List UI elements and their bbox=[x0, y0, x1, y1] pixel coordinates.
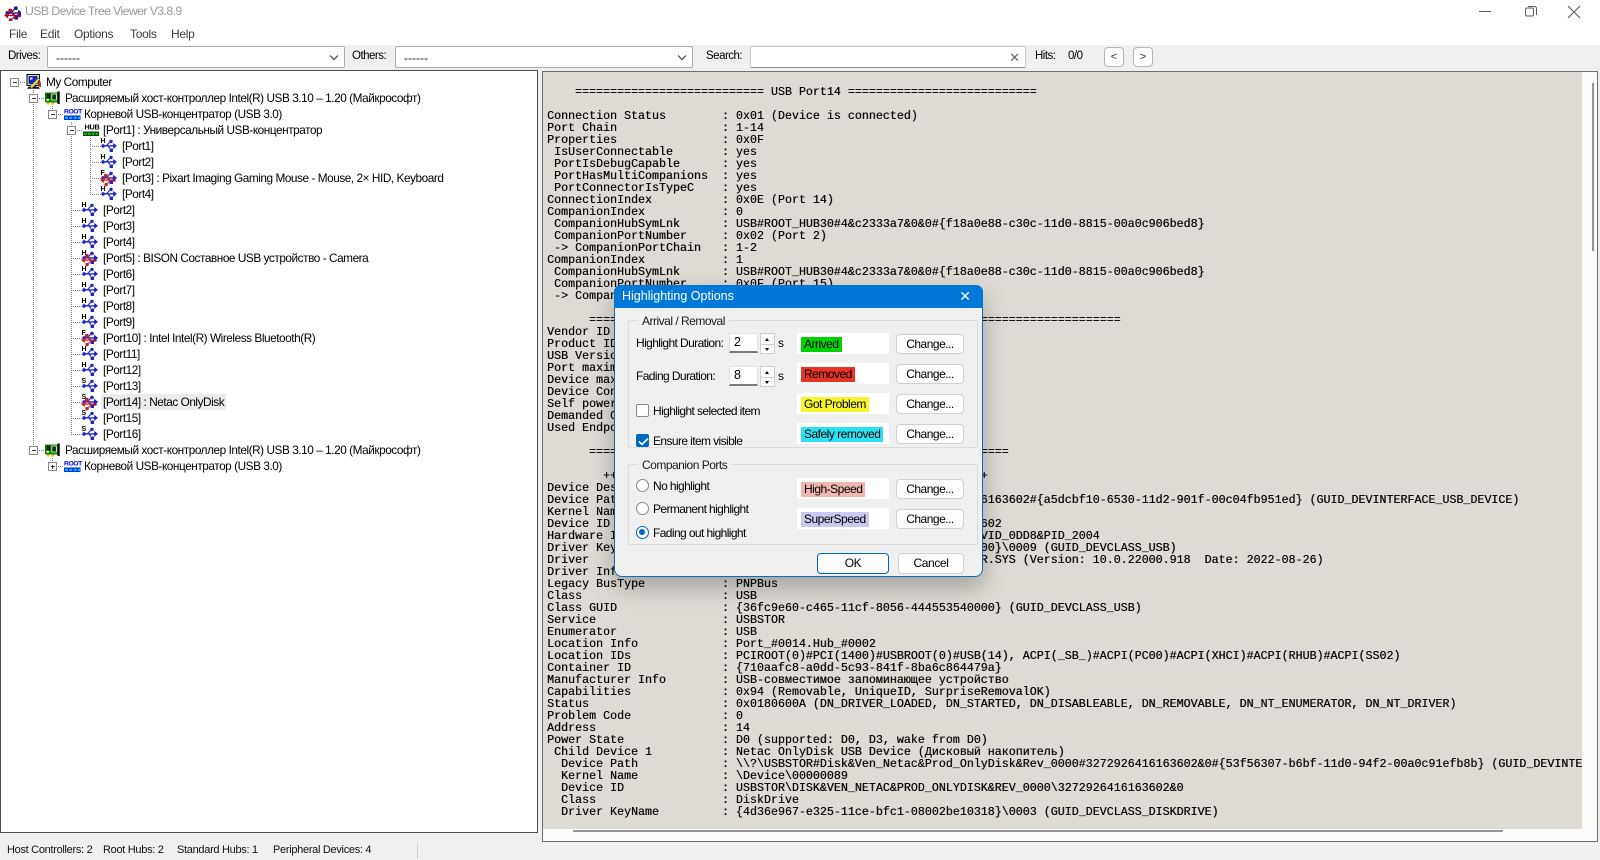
svg-text:S: S bbox=[82, 378, 87, 385]
svg-text:H: H bbox=[82, 298, 87, 305]
svg-text:H: H bbox=[101, 154, 106, 161]
svg-text:H: H bbox=[82, 314, 87, 321]
svg-text:H: H bbox=[82, 250, 87, 257]
svg-text:H: H bbox=[101, 186, 106, 193]
svg-text:H: H bbox=[82, 266, 87, 273]
svg-text:H: H bbox=[101, 138, 106, 145]
svg-text:H: H bbox=[82, 346, 87, 353]
svg-text:H: H bbox=[82, 234, 87, 241]
svg-text:S: S bbox=[82, 426, 87, 433]
svg-text:S: S bbox=[82, 394, 87, 401]
svg-text:ROOT: ROOT bbox=[64, 461, 83, 468]
svg-text:F: F bbox=[82, 330, 87, 337]
svg-text:ROOT: ROOT bbox=[64, 109, 83, 116]
svg-text:S: S bbox=[82, 410, 87, 417]
svg-text:H: H bbox=[82, 282, 87, 289]
svg-text:HUB: HUB bbox=[85, 123, 100, 132]
svg-text:F: F bbox=[101, 170, 106, 177]
svg-text:H: H bbox=[82, 362, 87, 369]
svg-text:H: H bbox=[82, 202, 87, 209]
svg-text:H: H bbox=[82, 218, 87, 225]
